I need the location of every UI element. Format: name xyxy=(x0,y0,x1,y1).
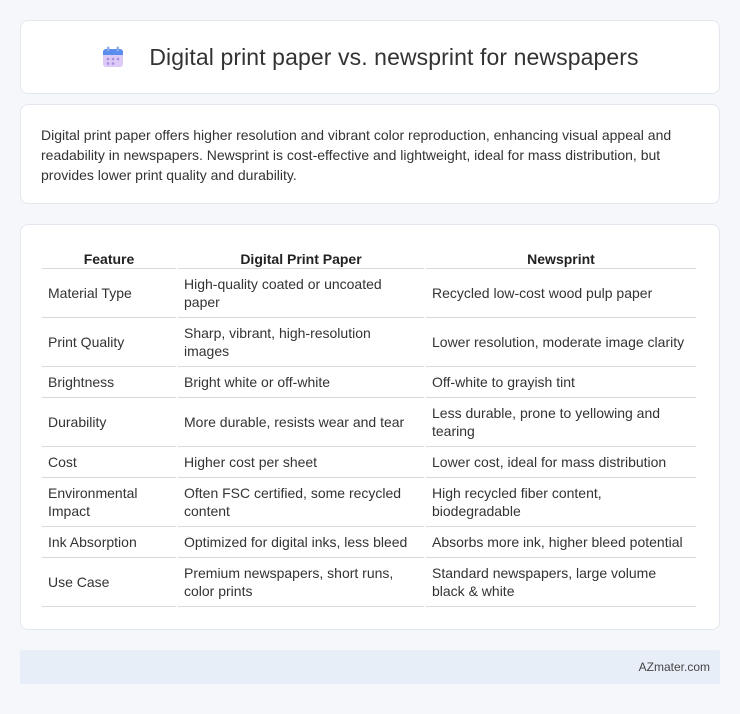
feature-cell: Use Case xyxy=(42,558,176,607)
digital-cell: Sharp, vibrant, high-resolution images xyxy=(178,318,424,367)
digital-cell: Higher cost per sheet xyxy=(178,447,424,478)
newsprint-cell: Recycled low-cost wood pulp paper xyxy=(426,269,696,318)
newsprint-cell: Lower resolution, moderate image clarity xyxy=(426,318,696,367)
feature-cell: Material Type xyxy=(42,269,176,318)
table-row: Cost Higher cost per sheet Lower cost, i… xyxy=(42,447,696,478)
newsprint-cell: Standard newspapers, large volume black … xyxy=(426,558,696,607)
feature-cell: Ink Absorption xyxy=(42,527,176,558)
newsprint-cell: Absorbs more ink, higher bleed potential xyxy=(426,527,696,558)
table-row: Environmental Impact Often FSC certified… xyxy=(42,478,696,527)
comparison-card: Feature Digital Print Paper Newsprint Ma… xyxy=(20,224,720,630)
page-title: Digital print paper vs. newsprint for ne… xyxy=(149,43,639,70)
feature-cell: Environmental Impact xyxy=(42,478,176,527)
footer-site-link[interactable]: AZmater.com xyxy=(639,660,710,674)
feature-cell: Durability xyxy=(42,398,176,447)
digital-cell: Often FSC certified, some recycled conte… xyxy=(178,478,424,527)
calendar-icon xyxy=(101,45,125,69)
newsprint-cell: Less durable, prone to yellowing and tea… xyxy=(426,398,696,447)
title-card: Digital print paper vs. newsprint for ne… xyxy=(20,20,720,94)
footer-bar: AZmater.com xyxy=(20,650,720,684)
newsprint-cell: Lower cost, ideal for mass distribution xyxy=(426,447,696,478)
newsprint-cell: High recycled fiber content, biodegradab… xyxy=(426,478,696,527)
table-header-row: Feature Digital Print Paper Newsprint xyxy=(42,245,696,269)
digital-cell: Bright white or off-white xyxy=(178,367,424,398)
table-row: Material Type High-quality coated or unc… xyxy=(42,269,696,318)
digital-cell: More durable, resists wear and tear xyxy=(178,398,424,447)
digital-cell: High-quality coated or uncoated paper xyxy=(178,269,424,318)
newsprint-cell: Off-white to grayish tint xyxy=(426,367,696,398)
summary-text: Digital print paper offers higher resolu… xyxy=(41,127,672,183)
table-row: Brightness Bright white or off-white Off… xyxy=(42,367,696,398)
feature-cell: Brightness xyxy=(42,367,176,398)
table-row: Ink Absorption Optimized for digital ink… xyxy=(42,527,696,558)
header-newsprint: Newsprint xyxy=(426,245,696,269)
comparison-table: Feature Digital Print Paper Newsprint Ma… xyxy=(40,245,698,607)
header-feature: Feature xyxy=(42,245,176,269)
table-row: Durability More durable, resists wear an… xyxy=(42,398,696,447)
table-row: Use Case Premium newspapers, short runs,… xyxy=(42,558,696,607)
feature-cell: Print Quality xyxy=(42,318,176,367)
table-row: Print Quality Sharp, vibrant, high-resol… xyxy=(42,318,696,367)
digital-cell: Optimized for digital inks, less bleed xyxy=(178,527,424,558)
feature-cell: Cost xyxy=(42,447,176,478)
header-digital-print-paper: Digital Print Paper xyxy=(178,245,424,269)
digital-cell: Premium newspapers, short runs, color pr… xyxy=(178,558,424,607)
summary-card: Digital print paper offers higher resolu… xyxy=(20,104,720,204)
